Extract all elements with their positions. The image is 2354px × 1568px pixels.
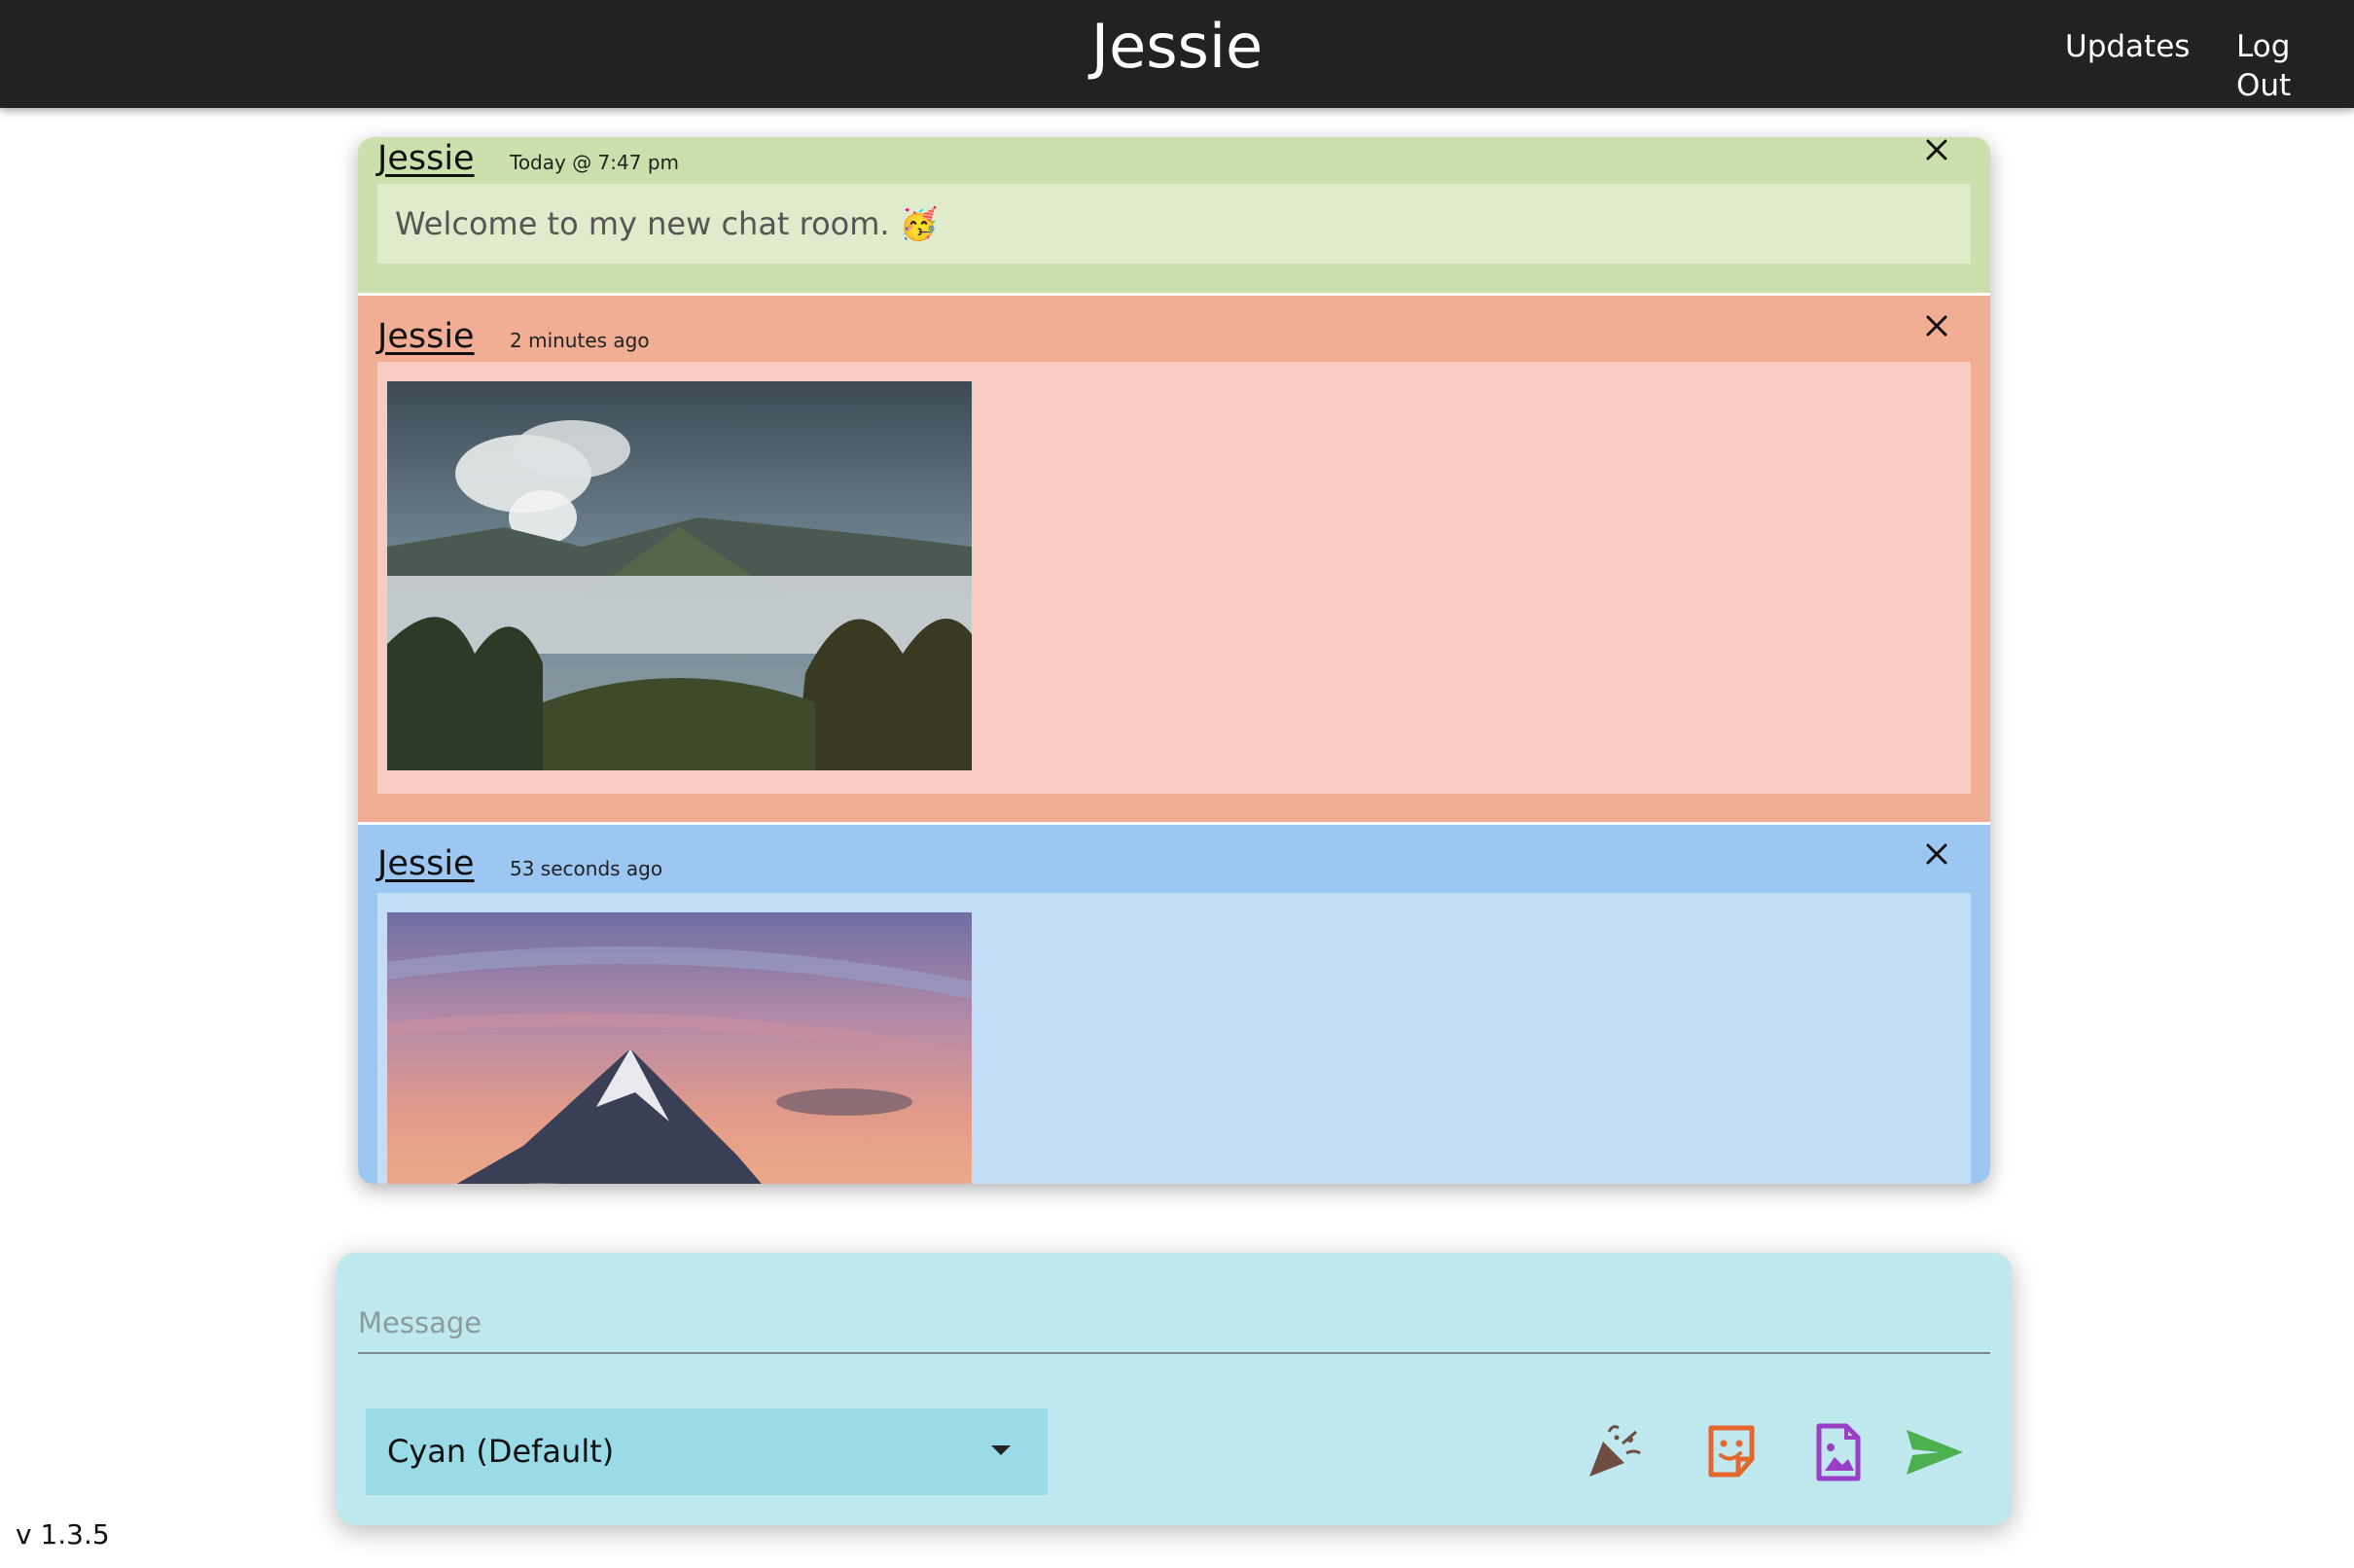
- updates-link[interactable]: Updates: [2065, 27, 2190, 66]
- message-body: [377, 893, 1971, 1184]
- color-select[interactable]: Cyan (Default): [366, 1408, 1048, 1495]
- message-author[interactable]: Jessie: [377, 315, 475, 358]
- message-item: Jessie 53 seconds ago: [358, 822, 1990, 1184]
- message-timestamp: 53 seconds ago: [510, 857, 663, 880]
- close-icon[interactable]: [1920, 837, 1953, 871]
- message-author[interactable]: Jessie: [377, 842, 475, 885]
- message-item: Jessie 2 minutes ago: [358, 293, 1990, 822]
- volcano-image[interactable]: [387, 381, 972, 770]
- message-feed[interactable]: Jessie Today @ 7:47 pm Welcome to my new…: [358, 137, 1990, 1184]
- message-item: Jessie Today @ 7:47 pm Welcome to my new…: [358, 137, 1990, 293]
- color-select-value: Cyan (Default): [387, 1433, 615, 1470]
- close-icon[interactable]: [1920, 137, 1953, 166]
- page-title: Jessie: [1090, 11, 1264, 82]
- logout-link[interactable]: Log Out: [2236, 27, 2354, 105]
- image-upload-icon[interactable]: [1803, 1418, 1872, 1486]
- close-icon[interactable]: [1920, 309, 1953, 342]
- top-bar: Jessie Updates Log Out: [0, 0, 2354, 108]
- party-popper-icon[interactable]: [1580, 1418, 1648, 1486]
- caret-down-icon: [991, 1445, 1011, 1455]
- message-text: Welcome to my new chat room. 🥳: [395, 205, 939, 242]
- message-body: Welcome to my new chat room. 🥳: [377, 184, 1971, 264]
- sticker-icon[interactable]: [1697, 1418, 1766, 1486]
- message-composer: Cyan (Default): [337, 1253, 2012, 1525]
- version-label: v 1.3.5: [16, 1518, 110, 1550]
- message-timestamp: Today @ 7:47 pm: [510, 151, 680, 174]
- message-author[interactable]: Jessie: [377, 137, 475, 180]
- message-body: [377, 362, 1971, 794]
- mountain-image[interactable]: [387, 912, 972, 1184]
- send-icon[interactable]: [1901, 1418, 1969, 1486]
- message-input[interactable]: [358, 1294, 1990, 1354]
- message-timestamp: 2 minutes ago: [510, 329, 650, 352]
